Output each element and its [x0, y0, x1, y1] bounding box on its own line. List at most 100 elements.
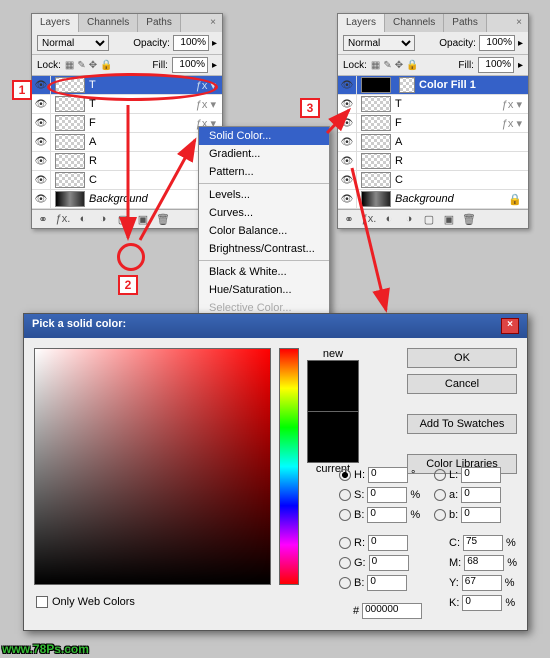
M-input[interactable]: 68	[464, 555, 504, 571]
lock-transparent-icon[interactable]: ▦	[65, 60, 74, 71]
C-input[interactable]: 75	[463, 535, 503, 551]
g-input[interactable]: 0	[369, 555, 409, 571]
lock-brush-icon[interactable]: ✎	[77, 60, 85, 71]
mask-icon[interactable]: ◐	[76, 212, 90, 226]
menu-black-white[interactable]: Black & White...	[199, 263, 329, 281]
layer-row[interactable]: A	[338, 133, 528, 152]
Y-input[interactable]: 67	[462, 575, 502, 591]
radio-b3[interactable]	[434, 509, 446, 521]
fill-value[interactable]: 100%	[172, 57, 208, 73]
close-icon[interactable]: ×	[204, 14, 222, 32]
radio-r[interactable]	[339, 537, 351, 549]
color-picker-dialog: Pick a solid color:× new current OK Canc…	[23, 313, 528, 631]
layers-panel-1: Layers Channels Paths × Normal Opacity: …	[31, 13, 223, 229]
eye-icon[interactable]	[338, 76, 357, 94]
close-icon[interactable]: ×	[501, 318, 519, 334]
layer-row[interactable]: R	[338, 152, 528, 171]
opacity-value[interactable]: 100%	[173, 35, 209, 51]
eye-icon[interactable]	[32, 114, 51, 132]
new-layer-icon[interactable]: ▣	[136, 212, 150, 226]
step-3: 3	[300, 98, 320, 118]
layer-bottom-bar: ⚭ ƒx. ◐ ◑ ▢ ▣ 🗑	[32, 209, 222, 228]
radio-b[interactable]	[339, 509, 351, 521]
close-icon[interactable]: ×	[510, 14, 528, 32]
fx-icon[interactable]: ƒx.	[56, 212, 70, 226]
hex-input[interactable]: 000000	[362, 603, 422, 619]
s-input[interactable]: 0	[367, 487, 407, 503]
cancel-button[interactable]: Cancel	[407, 374, 517, 394]
bv-input[interactable]: 0	[367, 507, 407, 523]
fill-label: Fill:	[152, 60, 168, 71]
adjustment-menu: Solid Color... Gradient... Pattern... Le…	[198, 126, 330, 318]
dialog-title: Pick a solid color:	[32, 318, 126, 334]
b3-input[interactable]: 0	[461, 507, 501, 523]
radio-h[interactable]	[339, 469, 351, 481]
current-swatch	[307, 411, 359, 463]
radio-s[interactable]	[339, 489, 351, 501]
link-icon[interactable]: ⚭	[36, 212, 50, 226]
layer-row[interactable]: C	[32, 171, 222, 190]
saturation-value-field[interactable]	[34, 348, 271, 585]
adjustment-icon[interactable]: ◑	[96, 212, 110, 226]
layer-row[interactable]: Background🔒	[32, 190, 222, 209]
layer-row[interactable]: Color Fill 1	[338, 76, 528, 95]
a-input[interactable]: 0	[461, 487, 501, 503]
only-web-colors[interactable]: Only Web Colors	[36, 596, 135, 608]
eye-icon[interactable]	[32, 190, 51, 208]
lock-move-icon[interactable]: ✥	[89, 60, 97, 71]
layer-row[interactable]: Fƒx ▾	[32, 114, 222, 133]
checkbox[interactable]	[36, 596, 48, 608]
b2-input[interactable]: 0	[367, 575, 407, 591]
tab-paths[interactable]: Paths	[444, 14, 487, 32]
folder-icon[interactable]: ▢	[116, 212, 130, 226]
menu-pattern[interactable]: Pattern...	[199, 163, 329, 181]
menu-hue-sat[interactable]: Hue/Saturation...	[199, 281, 329, 299]
tab-layers[interactable]: Layers	[338, 14, 385, 32]
tab-channels[interactable]: Channels	[385, 14, 444, 32]
tab-paths[interactable]: Paths	[138, 14, 181, 32]
menu-solid-color[interactable]: Solid Color...	[199, 127, 329, 145]
menu-color-balance[interactable]: Color Balance...	[199, 222, 329, 240]
K-input[interactable]: 0	[462, 595, 502, 611]
new-swatch	[307, 360, 359, 412]
layer-row[interactable]: C	[338, 171, 528, 190]
watermark: www.78Ps.com	[2, 642, 89, 656]
eye-icon[interactable]	[32, 133, 51, 151]
ok-button[interactable]: OK	[407, 348, 517, 368]
menu-gradient[interactable]: Gradient...	[199, 145, 329, 163]
layer-row[interactable]: Background🔒	[338, 190, 528, 209]
mask-thumb	[399, 77, 415, 93]
h-input[interactable]: 0	[368, 467, 408, 483]
step-1: 1	[12, 80, 32, 100]
layer-row[interactable]: R	[32, 152, 222, 171]
tab-channels[interactable]: Channels	[79, 14, 138, 32]
blend-mode-select[interactable]: Normal	[37, 35, 109, 51]
blend-mode-select[interactable]: Normal	[343, 35, 415, 51]
menu-curves[interactable]: Curves...	[199, 204, 329, 222]
menu-brightness-contrast[interactable]: Brightness/Contrast...	[199, 240, 329, 258]
menu-levels[interactable]: Levels...	[199, 186, 329, 204]
layer-thumb	[361, 77, 391, 93]
callout-ring-1	[47, 73, 218, 101]
callout-ring-2	[117, 243, 145, 271]
new-label: new	[307, 348, 359, 360]
layer-row[interactable]: Tƒx ▾	[338, 95, 528, 114]
eye-icon[interactable]	[32, 152, 51, 170]
panel-tabs: Layers Channels Paths ×	[32, 14, 222, 32]
eye-icon[interactable]	[32, 171, 51, 189]
radio-L[interactable]	[434, 469, 446, 481]
layer-row[interactable]: A	[32, 133, 222, 152]
L-input[interactable]: 0	[461, 467, 501, 483]
layer-row[interactable]: Fƒx ▾	[338, 114, 528, 133]
lock-all-icon[interactable]: 🔒	[100, 60, 112, 71]
radio-a[interactable]	[434, 489, 446, 501]
radio-g[interactable]	[339, 557, 351, 569]
eye-icon[interactable]	[32, 95, 51, 113]
hue-slider[interactable]	[279, 348, 299, 585]
radio-b2[interactable]	[339, 577, 351, 589]
r-input[interactable]: 0	[368, 535, 408, 551]
add-swatches-button[interactable]: Add To Swatches	[407, 414, 517, 434]
tab-layers[interactable]: Layers	[32, 14, 79, 32]
step-2: 2	[118, 275, 138, 295]
trash-icon[interactable]: 🗑	[156, 212, 170, 226]
